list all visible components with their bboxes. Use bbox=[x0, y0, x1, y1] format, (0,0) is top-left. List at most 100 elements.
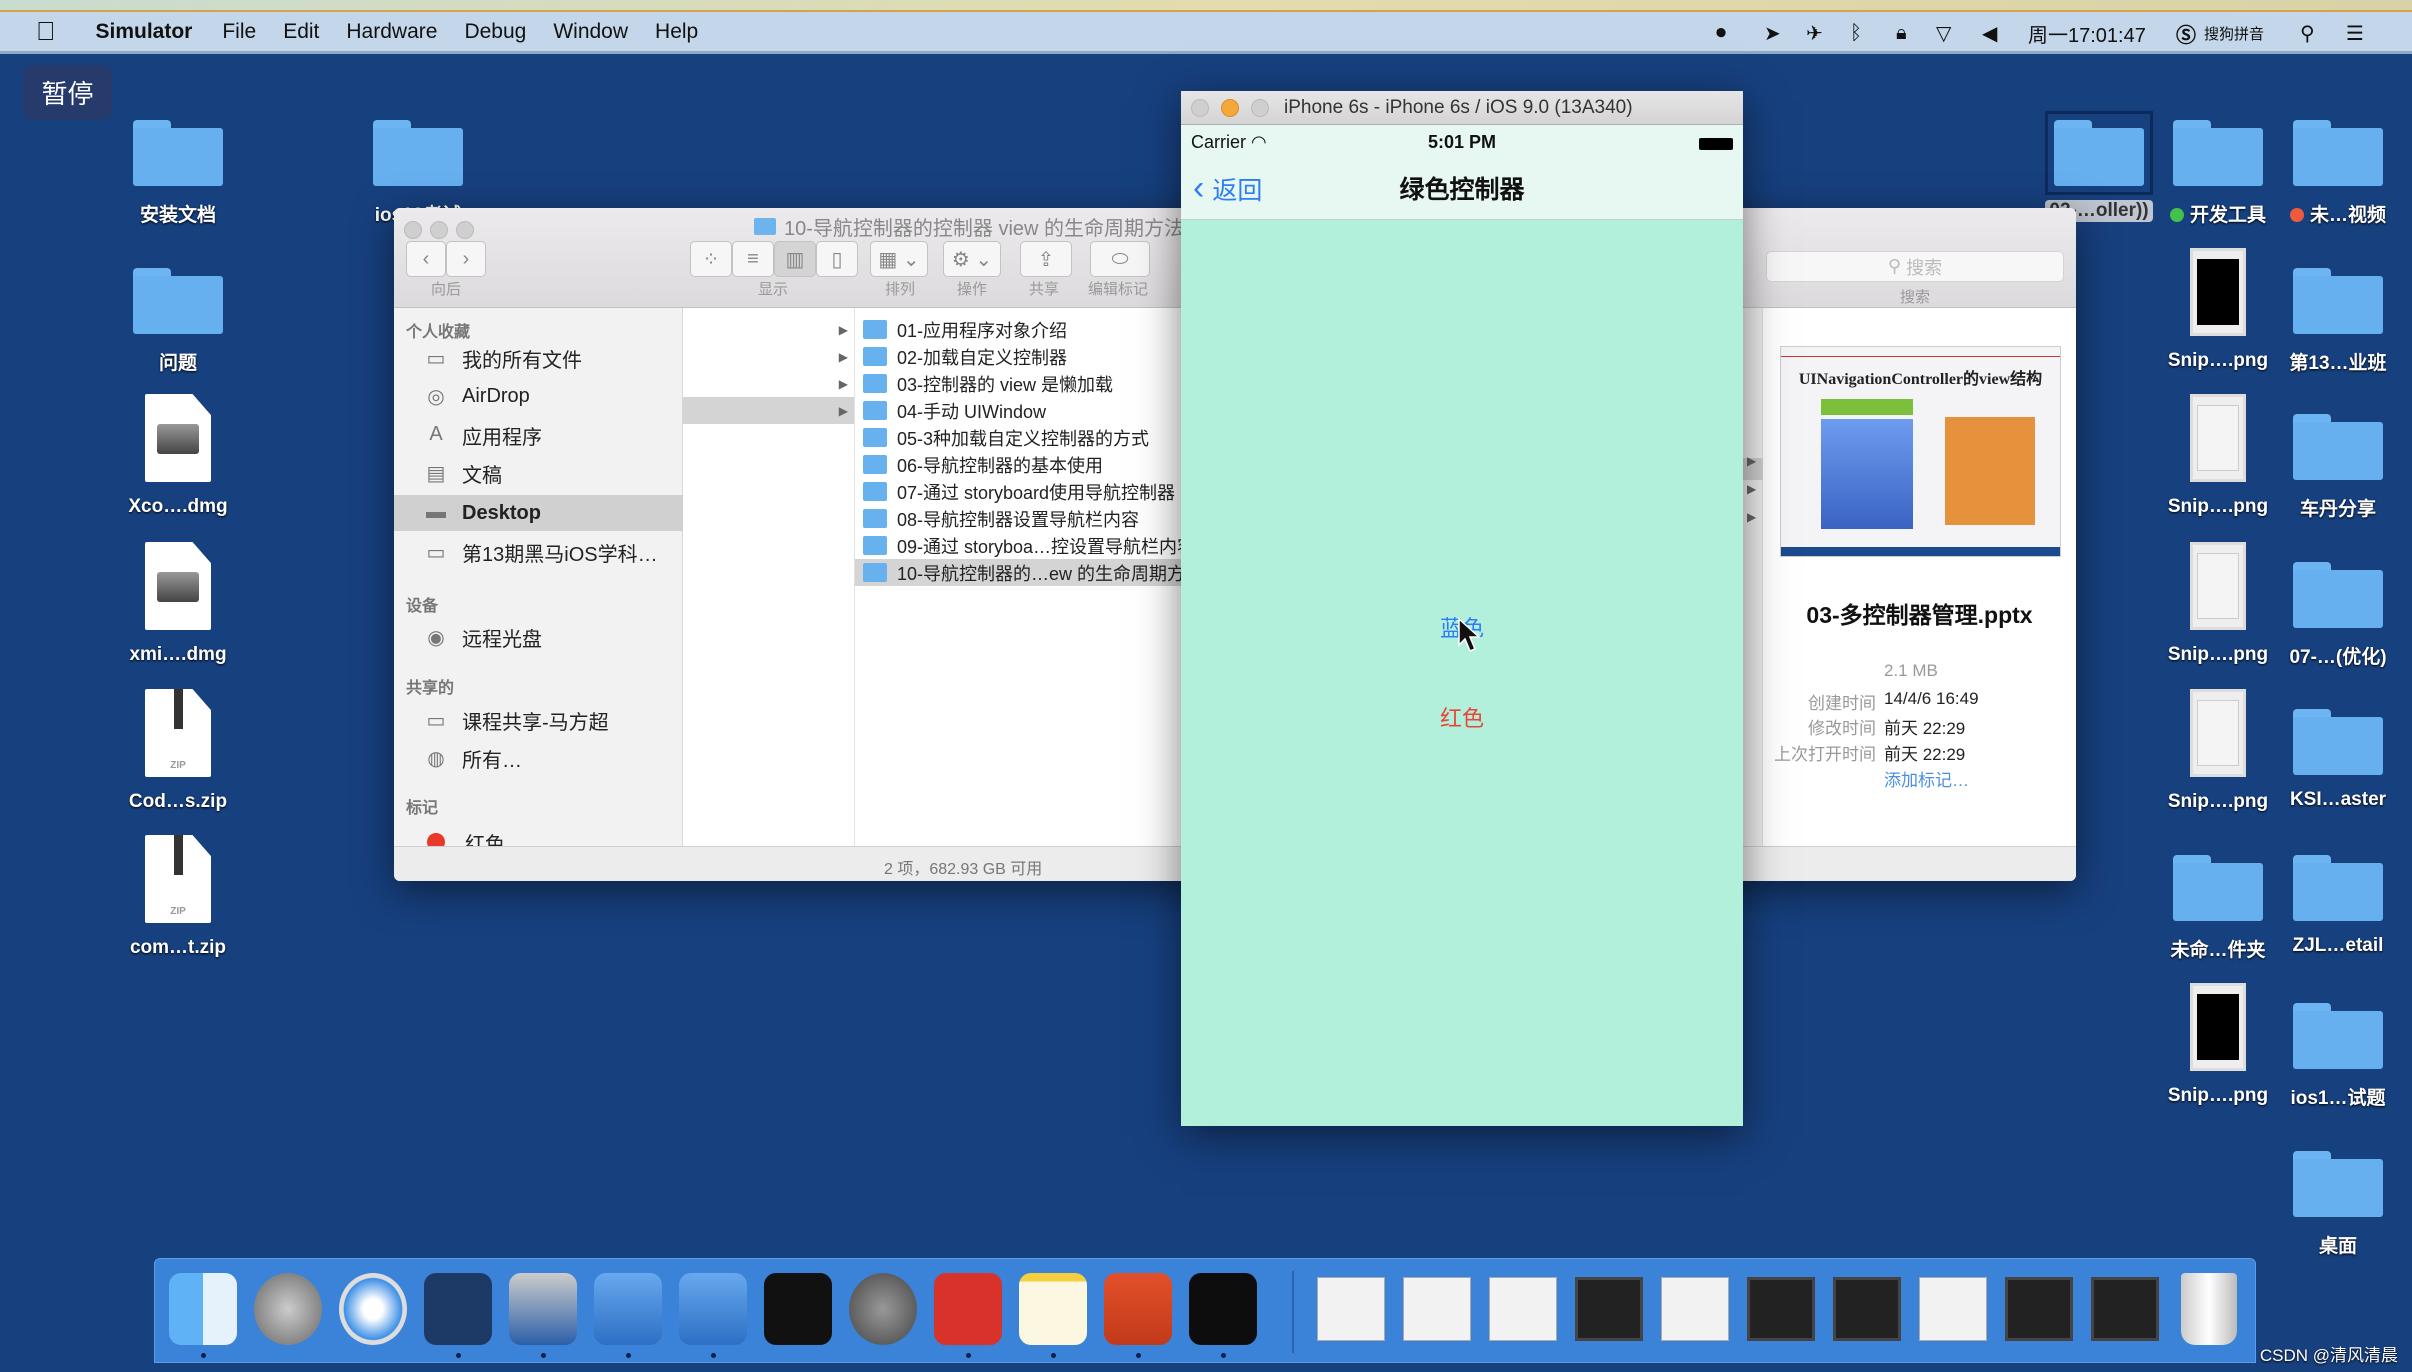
dock-minimized-window[interactable] bbox=[1403, 1277, 1471, 1341]
menu-clock[interactable]: 周一17:01:47 bbox=[2028, 12, 2146, 54]
folder-row[interactable]: 04-手动 UIWindow bbox=[855, 397, 1185, 424]
sidebar-item[interactable]: ▭ 我的所有文件 bbox=[394, 340, 683, 376]
edit-tags-button[interactable]: ⬭ bbox=[1090, 241, 1150, 277]
column-row[interactable]: ▶ bbox=[683, 370, 854, 397]
dock-minimized-window[interactable] bbox=[1833, 1277, 1901, 1341]
close-button[interactable] bbox=[404, 221, 422, 239]
input-method[interactable]: 搜狗拼音 bbox=[2204, 12, 2264, 54]
search-input[interactable]: ⚲ 搜索 bbox=[1766, 251, 2064, 282]
sidebar-item[interactable]: ◍ 所有… bbox=[394, 740, 683, 776]
dock-minimized-window[interactable] bbox=[1919, 1277, 1987, 1341]
dock-minimized-window[interactable] bbox=[1575, 1277, 1643, 1341]
pause-badge[interactable]: 暂停 bbox=[23, 65, 112, 120]
folder-row[interactable]: 01-应用程序对象介绍 bbox=[855, 316, 1185, 343]
folder-row[interactable]: 10-导航控制器的…ew 的生命周期方法 bbox=[855, 559, 1185, 586]
red-button[interactable]: 红色 bbox=[1181, 701, 1743, 733]
app-menu[interactable]: Simulator bbox=[96, 20, 193, 44]
dock-console-icon[interactable] bbox=[1189, 1273, 1257, 1345]
desktop-icon-zip[interactable]: ZIP com…t.zip bbox=[103, 835, 253, 959]
desktop-icon-folder[interactable]: 问题 bbox=[103, 268, 253, 375]
dock-minimized-window[interactable] bbox=[2005, 1277, 2073, 1341]
sidebar-item[interactable]: ◎ AirDrop bbox=[394, 378, 683, 414]
minimize-button[interactable] bbox=[430, 221, 448, 239]
menu-edit[interactable]: Edit bbox=[283, 20, 319, 44]
dock-minimized-window[interactable] bbox=[1747, 1277, 1815, 1341]
forward-button[interactable]: › bbox=[446, 241, 486, 277]
desktop-icon-dmg[interactable]: xmi….dmg bbox=[103, 542, 253, 666]
bluetooth-icon[interactable]: ᛒ bbox=[1850, 12, 1862, 54]
zoom-button[interactable] bbox=[1251, 99, 1269, 117]
volume-icon[interactable]: ◀ bbox=[1982, 12, 1997, 54]
dock-launchpad-icon[interactable] bbox=[254, 1273, 322, 1345]
menu-file[interactable]: File bbox=[222, 20, 256, 44]
folder-row[interactable]: 08-导航控制器设置导航栏内容 bbox=[855, 505, 1185, 532]
share-button[interactable]: ⇪ bbox=[1020, 241, 1072, 277]
dock-mouse-icon[interactable] bbox=[424, 1273, 492, 1345]
dock-system-preferences-icon[interactable] bbox=[849, 1273, 917, 1345]
folder-row[interactable]: 07-通过 storyboard使用导航控制器 bbox=[855, 478, 1185, 505]
desktop-icon-zip[interactable]: ZIP Cod…s.zip bbox=[103, 689, 253, 813]
icon-view-button[interactable]: ⁘ bbox=[690, 241, 732, 277]
folder-row[interactable]: 06-导航控制器的基本使用 bbox=[855, 451, 1185, 478]
list-view-button[interactable]: ≡ bbox=[732, 241, 774, 277]
column-row[interactable]: ▶ bbox=[683, 343, 854, 370]
spotlight-icon[interactable]: ⚲ bbox=[2300, 12, 2315, 54]
close-button[interactable] bbox=[1191, 99, 1209, 117]
minimize-button[interactable] bbox=[1221, 99, 1239, 117]
notification-center-icon[interactable]: ☰ bbox=[2346, 12, 2364, 54]
desktop-icon-folder[interactable]: 车丹分享 bbox=[2263, 414, 2412, 521]
folder-row[interactable]: 09-通过 storyboa…控设置导航栏内容 bbox=[855, 532, 1185, 559]
column-row[interactable]: ▶ bbox=[683, 316, 854, 343]
desktop-icon-folder[interactable]: ZJL…etail bbox=[2263, 855, 2412, 957]
desktop-icon-folder[interactable]: ios1…试题 bbox=[2263, 1003, 2412, 1110]
coverflow-view-button[interactable]: ▯ bbox=[816, 241, 858, 277]
dock-trash-icon[interactable] bbox=[2181, 1273, 2237, 1345]
menu-help[interactable]: Help bbox=[655, 20, 698, 44]
desktop-icon-folder[interactable]: 第13…业班 bbox=[2263, 268, 2412, 375]
dock-safari-icon[interactable] bbox=[339, 1273, 407, 1345]
screen-record-icon[interactable]: ⏺ bbox=[1716, 12, 1726, 54]
airplane-icon[interactable]: ✈ bbox=[1806, 12, 1823, 54]
dock-photo-booth-icon[interactable] bbox=[509, 1273, 577, 1345]
column-view-button[interactable]: ▥ bbox=[774, 241, 816, 277]
menu-hardware[interactable]: Hardware bbox=[346, 20, 437, 44]
desktop-icon-folder[interactable]: KSI…aster bbox=[2263, 709, 2412, 811]
sidebar-item[interactable]: ◉ 远程光盘 bbox=[394, 619, 683, 655]
wifi-icon[interactable]: ▽ bbox=[1936, 12, 1951, 54]
dock-xmind-icon[interactable] bbox=[934, 1273, 1002, 1345]
sidebar-item[interactable]: ▬ Desktop bbox=[394, 495, 683, 531]
add-tags-link[interactable]: 添加标记… bbox=[1884, 766, 1969, 791]
location-icon[interactable]: ➤ bbox=[1764, 12, 1781, 54]
dock-powerpoint-icon[interactable] bbox=[1104, 1273, 1172, 1345]
lock-icon[interactable]: 🔒︎ bbox=[1896, 12, 1907, 54]
sidebar-item[interactable]: A 应用程序 bbox=[394, 417, 683, 453]
back-button[interactable]: ‹ bbox=[406, 241, 446, 277]
dock-textedit-icon[interactable] bbox=[1019, 1273, 1087, 1345]
zoom-button[interactable] bbox=[456, 221, 474, 239]
desktop-icon-folder[interactable]: 未…视频 bbox=[2263, 120, 2412, 227]
dock-minimized-window[interactable] bbox=[1317, 1277, 1385, 1341]
dock-minimized-window[interactable] bbox=[1661, 1277, 1729, 1341]
dock-minimized-window[interactable] bbox=[2091, 1277, 2159, 1341]
folder-row[interactable]: 03-控制器的 view 是懒加载 bbox=[855, 370, 1185, 397]
folder-row[interactable]: 05-3种加载自定义控制器的方式 bbox=[855, 424, 1185, 451]
desktop-icon-folder[interactable]: 桌面 bbox=[2263, 1151, 2412, 1258]
action-gear-button[interactable]: ⚙ ⌄ bbox=[943, 241, 1001, 277]
desktop-icon-folder[interactable]: 安装文档 bbox=[103, 120, 253, 227]
arrange-button[interactable]: ▦ ⌄ bbox=[870, 241, 928, 277]
desktop-icon-folder[interactable]: 07-…(优化) bbox=[2263, 562, 2412, 669]
dock-xcode-icon[interactable] bbox=[594, 1273, 662, 1345]
dock-terminal-icon[interactable] bbox=[764, 1273, 832, 1345]
folder-row[interactable]: 02-加载自定义控制器 bbox=[855, 343, 1185, 370]
dock-finder-icon[interactable] bbox=[169, 1273, 237, 1345]
menu-debug[interactable]: Debug bbox=[464, 20, 526, 44]
column-row[interactable]: ▶ bbox=[683, 397, 854, 424]
apple-menu-icon[interactable]:  bbox=[36, 16, 56, 47]
sidebar-item[interactable]: ▭ 课程共享-马方超 bbox=[394, 702, 683, 738]
sogou-icon[interactable]: Ⓢ bbox=[2176, 12, 2196, 54]
menu-window[interactable]: Window bbox=[553, 20, 628, 44]
dock-minimized-window[interactable] bbox=[1489, 1277, 1557, 1341]
desktop-icon-dmg[interactable]: Xco….dmg bbox=[103, 394, 253, 518]
dock-instruments-icon[interactable] bbox=[679, 1273, 747, 1345]
sidebar-item[interactable]: ▭ 第13期黑马iOS学科… bbox=[394, 534, 683, 570]
